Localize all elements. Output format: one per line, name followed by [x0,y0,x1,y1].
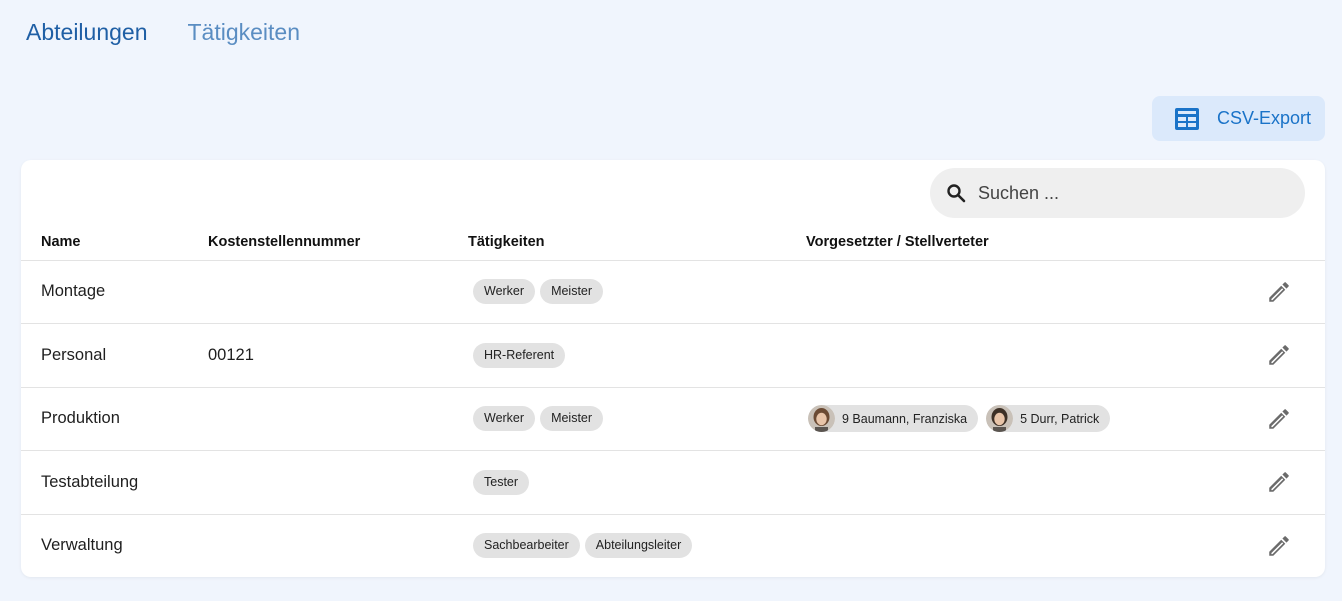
supervisor-name: 5 Durr, Patrick [1020,411,1100,426]
department-name: Testabteilung [41,472,139,491]
activity-chip: Meister [540,406,604,431]
activity-chip: Werker [473,406,536,431]
supervisor-chip[interactable]: 5 Durr, Patrick [986,405,1111,432]
edit-pencil-icon [1269,281,1289,302]
activity-chip: Werker [473,279,536,304]
edit-pencil-icon [1269,535,1289,556]
department-name: Personal [41,345,107,364]
activities-cell: Tester [473,451,530,514]
edit-button[interactable] [1266,387,1292,450]
edit-button[interactable] [1266,451,1292,514]
search-icon [947,184,966,203]
activity-chip: Tester [473,469,530,495]
tab-taetigkeiten[interactable]: Tätigkeiten [188,17,301,47]
edit-pencil-icon [1269,345,1289,365]
tab-abteilungen[interactable]: Abteilungen [26,17,148,47]
edit-pencil-icon [1269,472,1289,492]
table-header: Name Kostenstellennummer Tätigkeiten Vor… [21,232,1325,261]
activities-cell: Sachbearbeiter Abteilungsleiter [473,514,693,577]
table-row[interactable]: Personal 00121 HR-Referent [21,324,1325,388]
csv-export-button[interactable]: CSV-Export [1152,96,1325,141]
search-box[interactable] [930,168,1305,218]
cost-center-number: 00121 [208,345,254,364]
edit-button[interactable] [1266,324,1292,387]
edit-pencil-icon [1269,408,1289,429]
department-name: Verwaltung [41,536,123,554]
departments-table-card: Name Kostenstellennummer Tätigkeiten Vor… [21,160,1325,577]
activity-chip: Abteilungsleiter [584,533,693,558]
edit-button[interactable] [1266,514,1292,577]
column-header-kostenstellennummer[interactable]: Kostenstellennummer [208,234,360,250]
table-row[interactable]: Testabteilung Tester [21,451,1325,515]
table-row[interactable]: Verwaltung Sachbearbeiter Abteilungsleiter [21,514,1325,577]
avatar [808,405,835,432]
activities-cell: HR-Referent [473,324,566,387]
table-row[interactable]: Montage Werker Meister [21,260,1325,324]
column-header-name[interactable]: Name [41,234,81,250]
avatar [986,405,1014,432]
activities-cell: Werker Meister [473,387,604,450]
edit-button[interactable] [1266,260,1292,323]
column-header-taetigkeiten[interactable]: Tätigkeiten [468,234,545,250]
activities-cell: Werker Meister [473,260,604,323]
department-name: Montage [41,282,106,300]
activity-chip: Meister [540,279,604,304]
activity-chip: Sachbearbeiter [473,533,580,558]
supervisor-name: 9 Baumann, Franziska [842,411,968,426]
department-name: Produktion [41,409,120,427]
column-header-vorgesetzter[interactable]: Vorgesetzter / Stellverteter [806,234,989,250]
supervisors-cell: 9 Baumann, Franziska 5 Durr, Patrick [808,387,1111,450]
table-row[interactable]: Produktion Werker Meister 9 Baumann, Franzi… [21,387,1325,451]
table-icon [1175,107,1199,130]
search-input[interactable] [976,181,1280,205]
tab-bar: Abteilungen Tätigkeiten [26,17,300,47]
csv-export-label: CSV-Export [1217,108,1312,128]
activity-chip: HR-Referent [473,342,566,368]
supervisor-chip[interactable]: 9 Baumann, Franziska [808,405,979,432]
